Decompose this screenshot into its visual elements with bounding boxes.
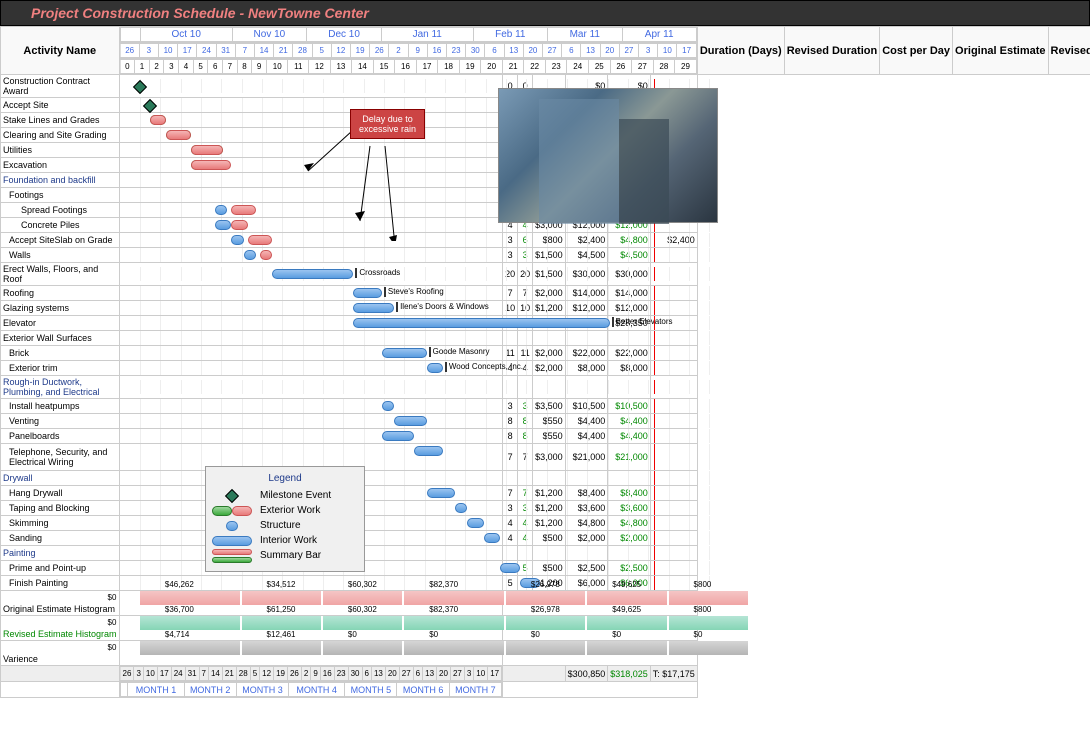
gantt-row: Hang Drywall77$1,200$8,400$8,400 — [1, 486, 1090, 501]
gantt-row: Taping and Blocking33$1,200$3,600$3,600 — [1, 501, 1090, 516]
building-photo — [498, 88, 718, 223]
gantt-row: Exterior trimWood Concepts, Inc.44$2,000… — [1, 361, 1090, 376]
gantt-row: Prime and Point-up55$500$2,500$2,500 — [1, 561, 1090, 576]
gantt-row: Drywall — [1, 471, 1090, 486]
gantt-row: Venting88$550$4,400$4,400 — [1, 414, 1090, 429]
gantt-row: Telephone, Security, and Electrical Wiri… — [1, 444, 1090, 471]
gantt-row: Accept SiteSlab on Grade36$800$2,400$4,8… — [1, 233, 1090, 248]
delay-callout: Delay due toexcessive rain — [350, 109, 425, 139]
gantt-row: Erect Walls, Floors, and RoofCrossroads2… — [1, 263, 1090, 286]
gantt-row: Install heatpumps33$3,500$10,500$10,500 — [1, 399, 1090, 414]
gantt-row: Rough-in Ductwork, Plumbing, and Electri… — [1, 376, 1090, 399]
header-oe: Original Estimate — [953, 27, 1048, 75]
title-bar: Project Construction Schedule - NewTowne… — [0, 0, 1090, 26]
header-rdur: Revised Duration — [784, 27, 879, 75]
header-activity: Activity Name — [1, 27, 120, 75]
gantt-row: Panelboards88$550$4,400$4,400 — [1, 429, 1090, 444]
gantt-row: RoofingSteve's Roofing77$2,000$14,000$14… — [1, 286, 1090, 301]
gantt-row: ElevatorBetter Elevators6363$450$28,350$… — [1, 316, 1090, 331]
gantt-row: Exterior Wall Surfaces — [1, 331, 1090, 346]
legend-box: Legend Milestone Event Exterior Work Str… — [205, 466, 365, 572]
gantt-row: Skimming44$1,200$4,800$4,800 — [1, 516, 1090, 531]
gantt-row: Painting — [1, 546, 1090, 561]
histogram-row: Varience$0$4,714$12,461$0$0$0$0$0 — [1, 641, 1090, 666]
header-re: Revised Estimate — [1048, 27, 1090, 75]
header-cpd: Cost per Day — [880, 27, 953, 75]
gantt-row: BrickGoode Masonry1111$2,000$22,000$22,0… — [1, 346, 1090, 361]
header-duration: Duration (Days) — [697, 27, 784, 75]
gantt-row: Glazing systemsIlene's Doors & Windows10… — [1, 301, 1090, 316]
gantt-row: Walls33$1,500$4,500$4,500 — [1, 248, 1090, 263]
gantt-row: Sanding44$500$2,000$2,000 — [1, 531, 1090, 546]
